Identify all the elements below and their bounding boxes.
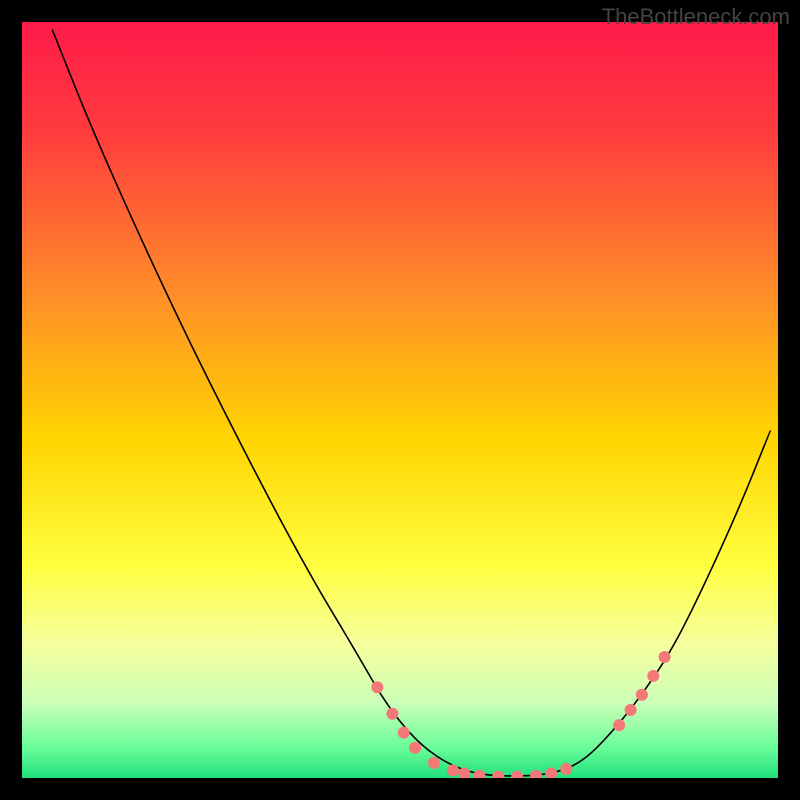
chart-frame [22,22,778,778]
chart-container: TheBottleneck.com [0,0,800,800]
watermark-text: TheBottleneck.com [602,4,790,30]
gradient-background [22,22,778,778]
data-marker [409,742,421,754]
data-marker [636,689,648,701]
data-marker [647,670,659,682]
data-marker [386,708,398,720]
data-marker [428,757,440,769]
bottleneck-chart [22,22,778,778]
data-marker [371,681,383,693]
data-marker [398,727,410,739]
data-marker [613,719,625,731]
data-marker [659,651,671,663]
data-marker [447,764,459,776]
data-marker [625,704,637,716]
data-marker [560,763,572,775]
